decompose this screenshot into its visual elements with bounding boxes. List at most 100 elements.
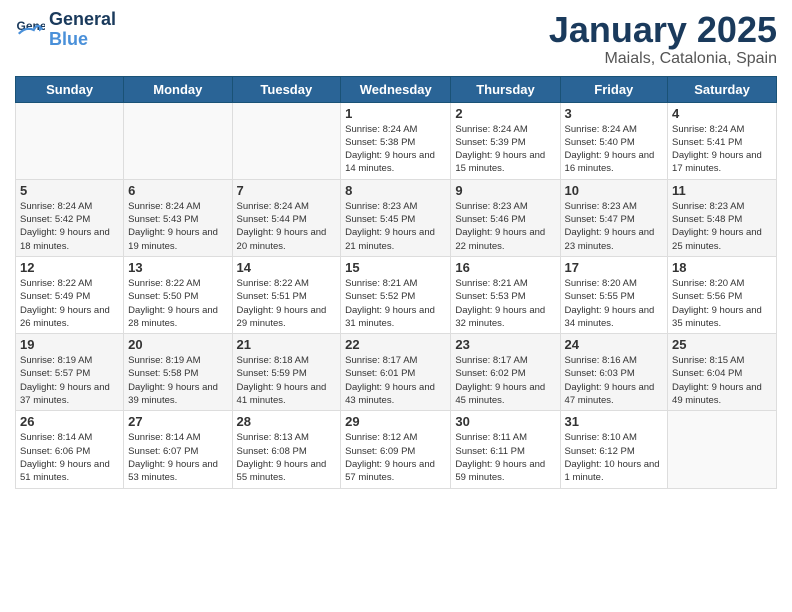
day-number: 8 bbox=[345, 183, 446, 198]
calendar-cell: 22Sunrise: 8:17 AMSunset: 6:01 PMDayligh… bbox=[341, 334, 451, 411]
day-info: Sunrise: 8:24 AMSunset: 5:40 PMDaylight:… bbox=[565, 123, 664, 176]
day-number: 18 bbox=[672, 260, 772, 275]
calendar-cell: 3 Sunrise: 8:24 AMSunset: 5:40 PMDaylight… bbox=[560, 102, 668, 179]
title-section: January 2025 Maials, Catalonia, Spain bbox=[549, 10, 777, 68]
day-info: Sunrise: 8:14 AMSunset: 6:07 PMDaylight:… bbox=[128, 431, 227, 484]
day-info: Sunrise: 8:22 AMSunset: 5:51 PMDaylight:… bbox=[237, 277, 337, 330]
day-number: 5 bbox=[20, 183, 119, 198]
day-info: Sunrise: 8:24 AMSunset: 5:38 PMDaylight:… bbox=[345, 123, 446, 176]
day-number: 14 bbox=[237, 260, 337, 275]
day-number: 26 bbox=[20, 414, 119, 429]
day-number: 9 bbox=[455, 183, 555, 198]
calendar-cell bbox=[668, 411, 777, 488]
day-number: 4 bbox=[672, 106, 772, 121]
month-title: January 2025 bbox=[549, 10, 777, 50]
calendar-cell: 31 Sunrise: 8:10 AMSunset: 6:12 PMDayligh… bbox=[560, 411, 668, 488]
calendar-cell: 4 Sunrise: 8:24 AMSunset: 5:41 PMDaylight… bbox=[668, 102, 777, 179]
day-info: Sunrise: 8:19 AMSunset: 5:58 PMDaylight:… bbox=[128, 354, 227, 407]
calendar-table: SundayMondayTuesdayWednesdayThursdayFrid… bbox=[15, 76, 777, 489]
logo-icon: General bbox=[15, 15, 45, 45]
day-info: Sunrise: 8:22 AMSunset: 5:50 PMDaylight:… bbox=[128, 277, 227, 330]
day-number: 21 bbox=[237, 337, 337, 352]
day-info: Sunrise: 8:23 AMSunset: 5:45 PMDaylight:… bbox=[345, 200, 446, 253]
day-number: 30 bbox=[455, 414, 555, 429]
day-info: Sunrise: 8:24 AMSunset: 5:39 PMDaylight:… bbox=[455, 123, 555, 176]
day-info: Sunrise: 8:23 AMSunset: 5:48 PMDaylight:… bbox=[672, 200, 772, 253]
day-info: Sunrise: 8:13 AMSunset: 6:08 PMDaylight:… bbox=[237, 431, 337, 484]
calendar-cell: 7 Sunrise: 8:24 AMSunset: 5:44 PMDaylight… bbox=[232, 179, 341, 256]
day-number: 24 bbox=[565, 337, 664, 352]
day-number: 11 bbox=[672, 183, 772, 198]
calendar-cell bbox=[16, 102, 124, 179]
calendar-cell: 14 Sunrise: 8:22 AMSunset: 5:51 PMDayligh… bbox=[232, 256, 341, 333]
weekday-header-row: SundayMondayTuesdayWednesdayThursdayFrid… bbox=[16, 76, 777, 102]
weekday-header-sunday: Sunday bbox=[16, 76, 124, 102]
day-info: Sunrise: 8:20 AMSunset: 5:55 PMDaylight:… bbox=[565, 277, 664, 330]
day-number: 23 bbox=[455, 337, 555, 352]
calendar-cell: 9 Sunrise: 8:23 AMSunset: 5:46 PMDaylight… bbox=[451, 179, 560, 256]
calendar-cell: 15Sunrise: 8:21 AMSunset: 5:52 PMDayligh… bbox=[341, 256, 451, 333]
day-number: 6 bbox=[128, 183, 227, 198]
calendar-cell: 12Sunrise: 8:22 AMSunset: 5:49 PMDayligh… bbox=[16, 256, 124, 333]
day-number: 17 bbox=[565, 260, 664, 275]
weekday-header-wednesday: Wednesday bbox=[341, 76, 451, 102]
calendar-cell: 30 Sunrise: 8:11 AMSunset: 6:11 PMDayligh… bbox=[451, 411, 560, 488]
calendar-cell: 19 Sunrise: 8:19 AMSunset: 5:57 PMDayligh… bbox=[16, 334, 124, 411]
day-info: Sunrise: 8:18 AMSunset: 5:59 PMDaylight:… bbox=[237, 354, 337, 407]
calendar-cell: 23 Sunrise: 8:17 AMSunset: 6:02 PMDayligh… bbox=[451, 334, 560, 411]
day-number: 2 bbox=[455, 106, 555, 121]
day-number: 20 bbox=[128, 337, 227, 352]
calendar-cell: 17 Sunrise: 8:20 AMSunset: 5:55 PMDayligh… bbox=[560, 256, 668, 333]
day-info: Sunrise: 8:24 AMSunset: 5:42 PMDaylight:… bbox=[20, 200, 119, 253]
weekday-header-friday: Friday bbox=[560, 76, 668, 102]
weekday-header-tuesday: Tuesday bbox=[232, 76, 341, 102]
calendar-cell: 18 Sunrise: 8:20 AMSunset: 5:56 PMDayligh… bbox=[668, 256, 777, 333]
week-row-5: 26 Sunrise: 8:14 AMSunset: 6:06 PMDayligh… bbox=[16, 411, 777, 488]
calendar-cell bbox=[124, 102, 232, 179]
header: General General Blue January 2025 Maials… bbox=[15, 10, 777, 68]
day-number: 3 bbox=[565, 106, 664, 121]
weekday-header-saturday: Saturday bbox=[668, 76, 777, 102]
calendar-cell: 28 Sunrise: 8:13 AMSunset: 6:08 PMDayligh… bbox=[232, 411, 341, 488]
calendar-cell: 24Sunrise: 8:16 AMSunset: 6:03 PMDayligh… bbox=[560, 334, 668, 411]
day-number: 10 bbox=[565, 183, 664, 198]
day-number: 16 bbox=[455, 260, 555, 275]
calendar-cell: 2 Sunrise: 8:24 AMSunset: 5:39 PMDaylight… bbox=[451, 102, 560, 179]
day-info: Sunrise: 8:10 AMSunset: 6:12 PMDaylight:… bbox=[565, 431, 664, 484]
week-row-4: 19 Sunrise: 8:19 AMSunset: 5:57 PMDayligh… bbox=[16, 334, 777, 411]
logo-general: General bbox=[49, 9, 116, 29]
day-info: Sunrise: 8:11 AMSunset: 6:11 PMDaylight:… bbox=[455, 431, 555, 484]
day-info: Sunrise: 8:15 AMSunset: 6:04 PMDaylight:… bbox=[672, 354, 772, 407]
calendar-cell bbox=[232, 102, 341, 179]
calendar-cell: 8 Sunrise: 8:23 AMSunset: 5:45 PMDaylight… bbox=[341, 179, 451, 256]
day-number: 28 bbox=[237, 414, 337, 429]
day-number: 7 bbox=[237, 183, 337, 198]
week-row-3: 12Sunrise: 8:22 AMSunset: 5:49 PMDayligh… bbox=[16, 256, 777, 333]
weekday-header-monday: Monday bbox=[124, 76, 232, 102]
day-info: Sunrise: 8:24 AMSunset: 5:44 PMDaylight:… bbox=[237, 200, 337, 253]
calendar-cell: 21 Sunrise: 8:18 AMSunset: 5:59 PMDayligh… bbox=[232, 334, 341, 411]
day-info: Sunrise: 8:24 AMSunset: 5:43 PMDaylight:… bbox=[128, 200, 227, 253]
calendar-cell: 20 Sunrise: 8:19 AMSunset: 5:58 PMDayligh… bbox=[124, 334, 232, 411]
day-info: Sunrise: 8:20 AMSunset: 5:56 PMDaylight:… bbox=[672, 277, 772, 330]
day-number: 13 bbox=[128, 260, 227, 275]
day-info: Sunrise: 8:17 AMSunset: 6:02 PMDaylight:… bbox=[455, 354, 555, 407]
calendar-cell: 27Sunrise: 8:14 AMSunset: 6:07 PMDayligh… bbox=[124, 411, 232, 488]
day-number: 31 bbox=[565, 414, 664, 429]
day-info: Sunrise: 8:24 AMSunset: 5:41 PMDaylight:… bbox=[672, 123, 772, 176]
calendar-cell: 29Sunrise: 8:12 AMSunset: 6:09 PMDayligh… bbox=[341, 411, 451, 488]
week-row-1: 1Sunrise: 8:24 AMSunset: 5:38 PMDaylight… bbox=[16, 102, 777, 179]
day-number: 15 bbox=[345, 260, 446, 275]
day-info: Sunrise: 8:19 AMSunset: 5:57 PMDaylight:… bbox=[20, 354, 119, 407]
calendar-cell: 10 Sunrise: 8:23 AMSunset: 5:47 PMDayligh… bbox=[560, 179, 668, 256]
day-info: Sunrise: 8:23 AMSunset: 5:47 PMDaylight:… bbox=[565, 200, 664, 253]
calendar-cell: 11 Sunrise: 8:23 AMSunset: 5:48 PMDayligh… bbox=[668, 179, 777, 256]
day-number: 19 bbox=[20, 337, 119, 352]
day-info: Sunrise: 8:23 AMSunset: 5:46 PMDaylight:… bbox=[455, 200, 555, 253]
logo-blue: Blue bbox=[49, 30, 116, 50]
day-info: Sunrise: 8:17 AMSunset: 6:01 PMDaylight:… bbox=[345, 354, 446, 407]
day-number: 29 bbox=[345, 414, 446, 429]
calendar-cell: 1Sunrise: 8:24 AMSunset: 5:38 PMDaylight… bbox=[341, 102, 451, 179]
day-info: Sunrise: 8:14 AMSunset: 6:06 PMDaylight:… bbox=[20, 431, 119, 484]
day-info: Sunrise: 8:21 AMSunset: 5:53 PMDaylight:… bbox=[455, 277, 555, 330]
